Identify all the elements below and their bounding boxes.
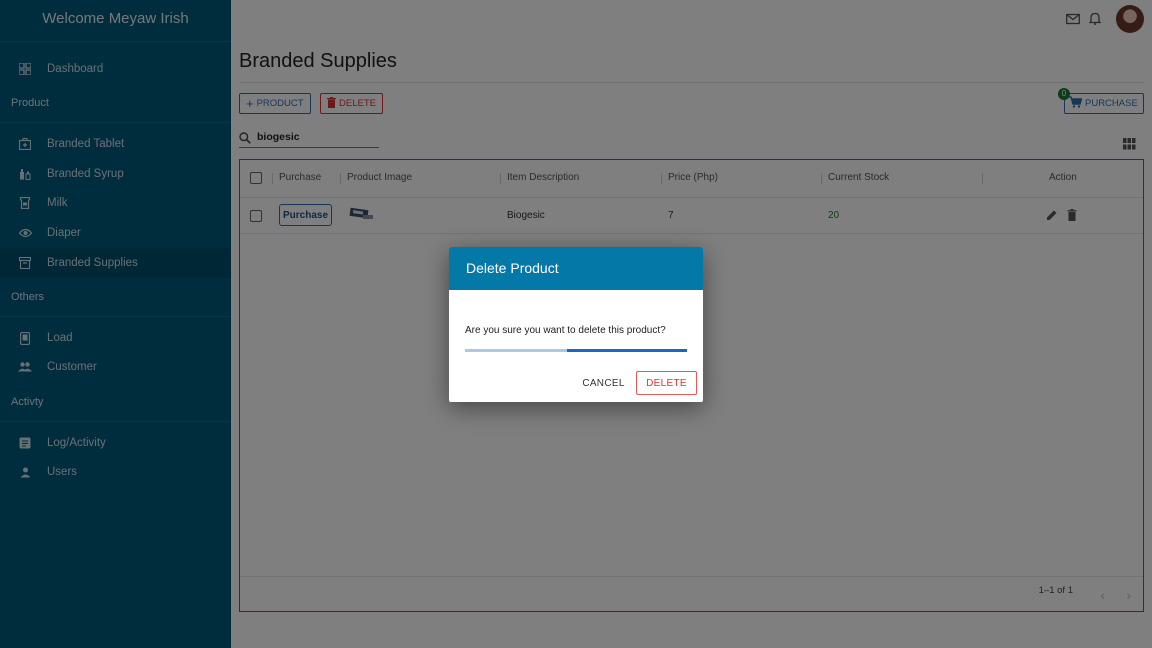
delete-product-dialog: Delete Product Are you sure you want to …: [449, 247, 703, 402]
dialog-title: Delete Product: [449, 247, 703, 290]
dialog-message: Are you sure you want to delete this pro…: [465, 325, 666, 336]
progress-bar: [465, 349, 687, 352]
progress-fill: [567, 349, 687, 352]
cancel-button[interactable]: CANCEL: [576, 371, 631, 395]
confirm-delete-button[interactable]: DELETE: [636, 371, 697, 395]
